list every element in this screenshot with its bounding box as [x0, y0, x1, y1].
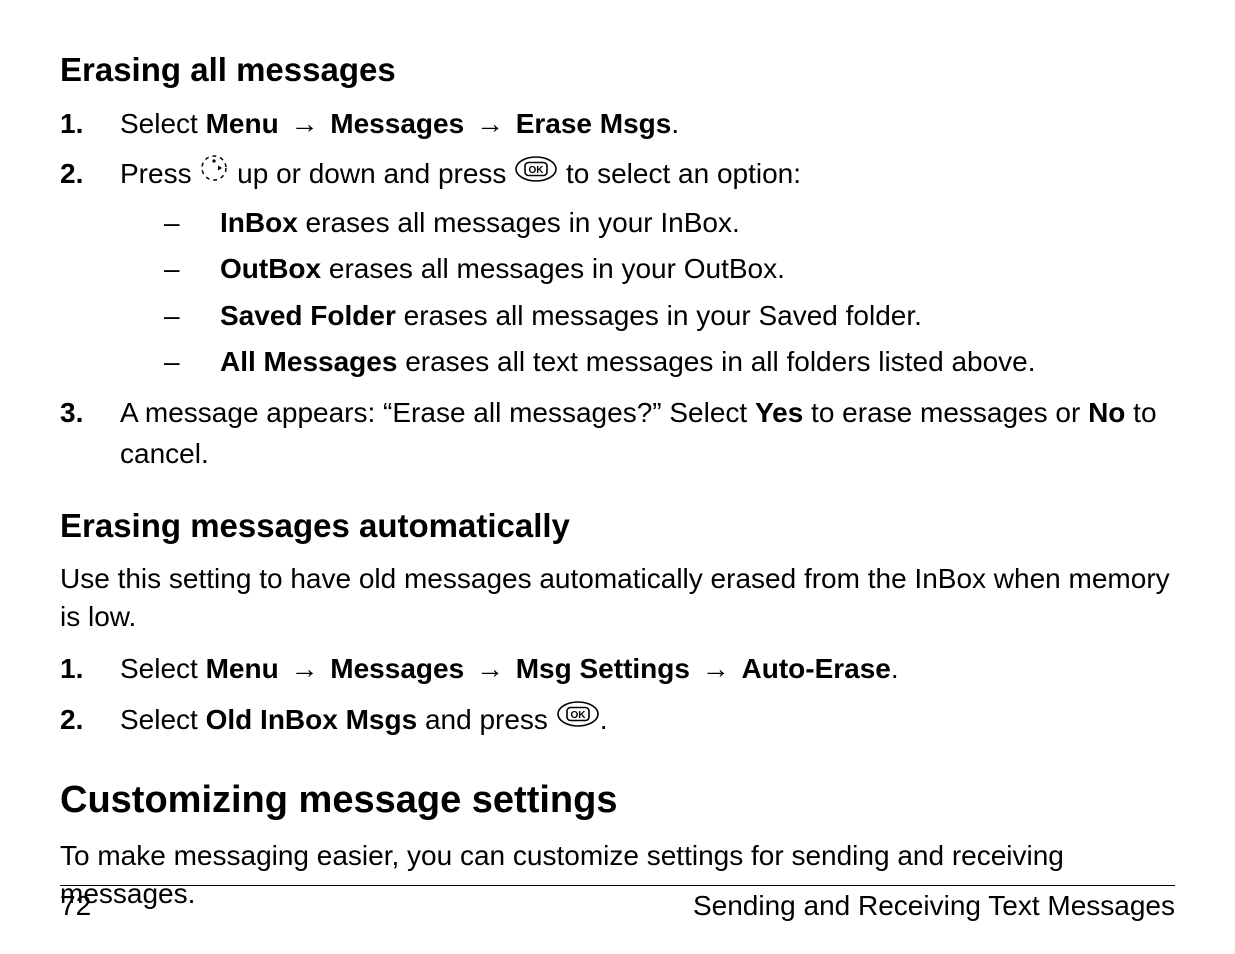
step-1: Select Menu → Messages → Erase Msgs.: [60, 104, 1175, 145]
menu-path-menu: Menu: [206, 653, 279, 684]
menu-path-erase-msgs: Erase Msgs: [516, 108, 672, 139]
text: Select: [120, 108, 206, 139]
option-outbox: OutBox erases all messages in your OutBo…: [164, 249, 1175, 290]
ok-key-icon: OK: [514, 154, 558, 195]
step-2: Press up or down and press OK to select …: [60, 154, 1175, 383]
step-2: Select Old InBox Msgs and press OK.: [60, 700, 1175, 742]
document-page: Erasing all messages Select Menu → Messa…: [0, 0, 1235, 954]
heading-erasing-auto: Erasing messages automatically: [60, 506, 1175, 546]
steps-erasing-all: Select Menu → Messages → Erase Msgs. Pre…: [60, 104, 1175, 475]
option-saved-folder: Saved Folder erases all messages in your…: [164, 296, 1175, 337]
option-desc: erases all messages in your InBox.: [298, 207, 740, 238]
old-inbox-label: Old InBox Msgs: [206, 704, 418, 735]
menu-path-auto-erase: Auto-Erase: [742, 653, 891, 684]
option-term: Saved Folder: [220, 300, 396, 331]
chapter-title: Sending and Receiving Text Messages: [693, 890, 1175, 922]
text: up or down and press: [229, 158, 514, 189]
menu-path-messages: Messages: [330, 108, 464, 139]
text: .: [891, 653, 899, 684]
menu-path-messages: Messages: [330, 653, 464, 684]
text: A message appears: “Erase all messages?”…: [120, 397, 755, 428]
option-list: InBox erases all messages in your InBox.…: [164, 203, 1175, 383]
option-term: InBox: [220, 207, 298, 238]
arrow-icon: →: [698, 649, 734, 690]
menu-path-menu: Menu: [206, 108, 279, 139]
text: .: [600, 704, 608, 735]
menu-path-msg-settings: Msg Settings: [516, 653, 690, 684]
option-term: All Messages: [220, 346, 397, 377]
page-number: 72: [60, 890, 91, 922]
svg-text:OK: OK: [529, 165, 545, 176]
text: to select an option:: [558, 158, 801, 189]
no-label: No: [1088, 397, 1125, 428]
option-term: OutBox: [220, 253, 321, 284]
step-1: Select Menu → Messages → Msg Settings → …: [60, 649, 1175, 690]
text: Select: [120, 653, 206, 684]
yes-label: Yes: [755, 397, 803, 428]
ok-key-icon: OK: [556, 699, 600, 740]
text: and press: [417, 704, 556, 735]
intro-auto-erase: Use this setting to have old messages au…: [60, 560, 1175, 636]
option-all-messages: All Messages erases all text messages in…: [164, 342, 1175, 383]
step-3: A message appears: “Erase all messages?”…: [60, 393, 1175, 474]
arrow-icon: →: [287, 104, 323, 145]
page-footer: 72 Sending and Receiving Text Messages: [60, 885, 1175, 922]
option-desc: erases all messages in your Saved folder…: [396, 300, 922, 331]
steps-auto-erase: Select Menu → Messages → Msg Settings → …: [60, 649, 1175, 742]
option-desc: erases all text messages in all folders …: [397, 346, 1035, 377]
arrow-icon: →: [287, 649, 323, 690]
svg-text:OK: OK: [570, 710, 586, 721]
text: to erase messages or: [803, 397, 1088, 428]
text: Press: [120, 158, 199, 189]
heading-erasing-all: Erasing all messages: [60, 50, 1175, 90]
text: .: [671, 108, 679, 139]
heading-customizing: Customizing message settings: [60, 778, 1175, 824]
text: Select: [120, 704, 206, 735]
option-inbox: InBox erases all messages in your InBox.: [164, 203, 1175, 244]
option-desc: erases all messages in your OutBox.: [321, 253, 785, 284]
nav-key-icon: [199, 153, 229, 195]
arrow-icon: →: [472, 104, 508, 145]
arrow-icon: →: [472, 649, 508, 690]
